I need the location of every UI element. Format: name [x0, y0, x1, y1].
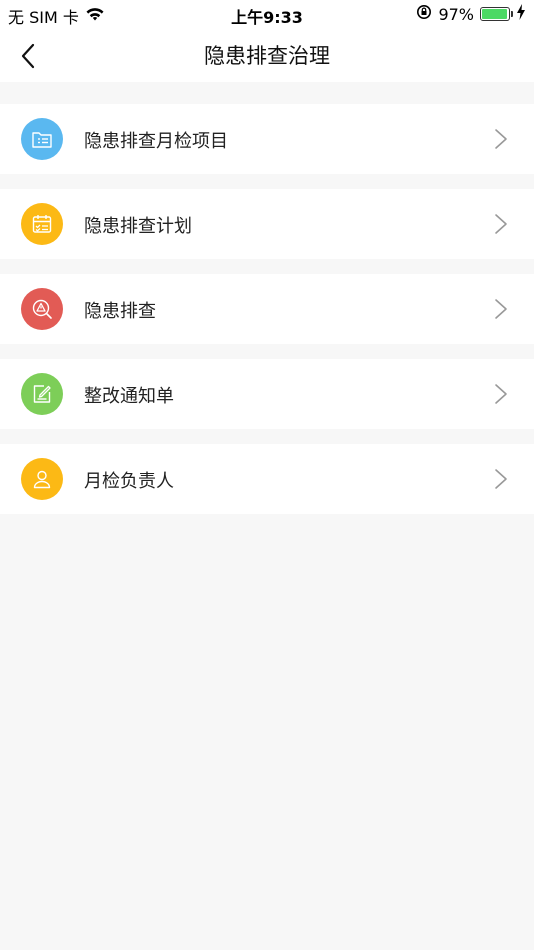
status-right: 97% [416, 4, 526, 24]
menu-item-label: 月检负责人 [84, 471, 174, 492]
menu-item-monthly-inspector[interactable]: 月检负责人 [0, 444, 534, 514]
status-bar: 无 SIM 卡 上午9:33 97% [0, 0, 534, 28]
menu-item-monthly-check-items[interactable]: 隐患排查月检项目 [0, 104, 534, 174]
chevron-right-icon [495, 129, 507, 149]
person-icon [21, 458, 63, 500]
page-title: 隐患排查治理 [204, 44, 330, 68]
edit-note-icon [21, 373, 63, 415]
menu-item-check-plan[interactable]: 隐患排查计划 [0, 189, 534, 259]
rotation-lock-icon [416, 4, 432, 24]
chevron-right-icon [495, 469, 507, 489]
charging-icon [516, 4, 526, 24]
battery-percent: 97% [438, 4, 474, 24]
menu-item-label: 整改通知单 [84, 386, 174, 407]
menu-item-label: 隐患排查月检项目 [84, 131, 228, 152]
calendar-check-icon [21, 203, 63, 245]
menu-list: 隐患排查月检项目 隐患排查计划 隐患排查 整改通知单 月检负责人 [0, 104, 534, 529]
nav-bar: 隐患排查治理 [0, 28, 534, 82]
menu-item-label: 隐患排查计划 [84, 216, 192, 237]
battery-fill [482, 9, 507, 19]
warning-search-icon [21, 288, 63, 330]
chevron-right-icon [495, 299, 507, 319]
chevron-right-icon [495, 214, 507, 234]
menu-item-label: 隐患排查 [84, 301, 156, 322]
battery-icon [480, 7, 513, 21]
menu-item-rectification-notice[interactable]: 整改通知单 [0, 359, 534, 429]
chevron-right-icon [495, 384, 507, 404]
folder-list-icon [21, 118, 63, 160]
menu-item-hazard-check[interactable]: 隐患排查 [0, 274, 534, 344]
